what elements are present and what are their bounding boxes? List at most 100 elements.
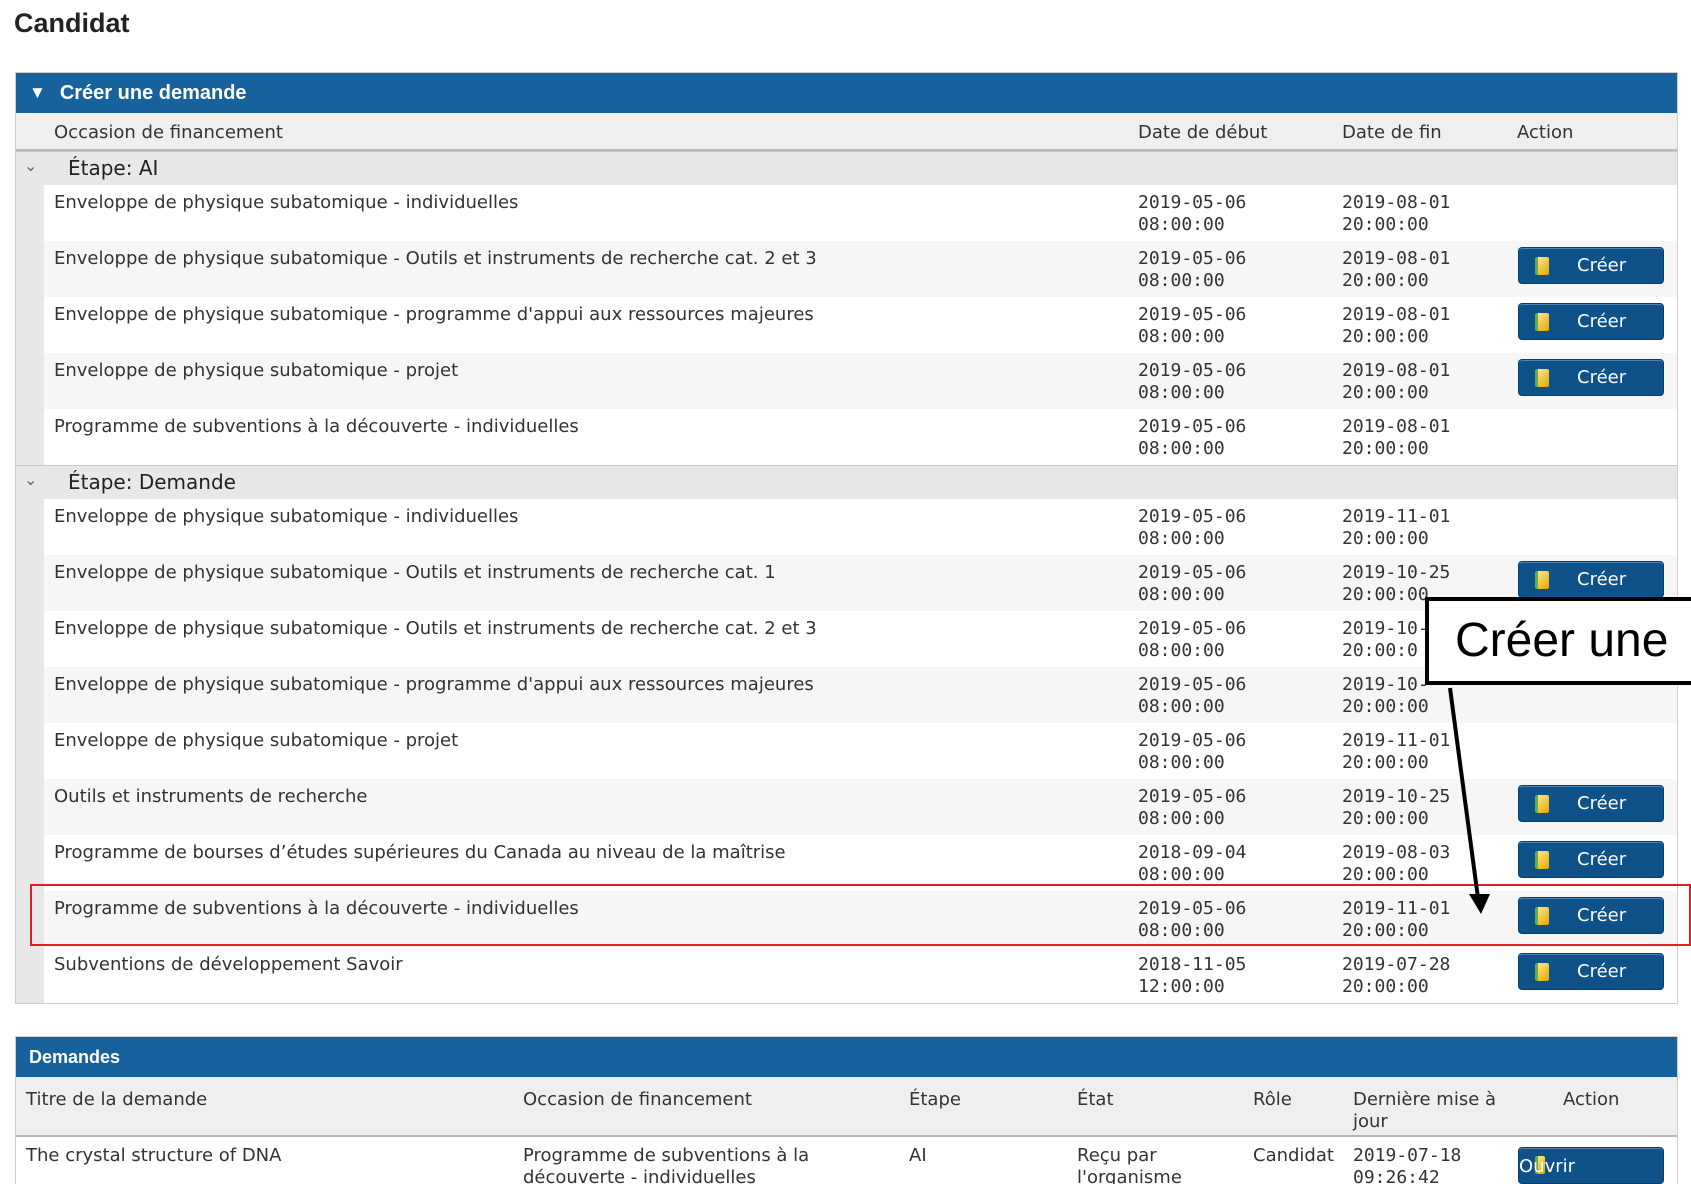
request-title: The crystal structure of DNA [26,1145,282,1166]
end-date: 2019-10-25 [1342,562,1451,583]
end-time: 20:00:00 [1342,438,1429,459]
start-time: 08:00:00 [1138,808,1225,829]
start-date-cell: 2019-05-06 08:00:00 [1138,248,1246,292]
end-date: 2019-10- [1342,674,1429,695]
document-add-icon [1535,850,1549,869]
table-row: Programme de subventions à la découverte… [16,409,1677,465]
create-button[interactable]: Créer [1518,303,1664,340]
start-date-cell: 2019-05-06 08:00:00 [1138,506,1246,550]
end-date-cell: 2019-11-01 20:00:00 [1342,730,1450,774]
callout-box: Créer une [1425,597,1691,685]
stage-group-row[interactable]: ⌄ Étape: AI [16,151,1677,185]
table-row: Programme de bourses d’études supérieure… [16,835,1677,891]
create-button-label: Créer [1577,311,1627,332]
start-time: 08:00:00 [1138,584,1225,605]
start-date-cell: 2019-05-06 08:00:00 [1138,416,1246,460]
row-indent [16,185,44,241]
create-request-header[interactable]: ▼ Créer une demande [16,73,1677,113]
col-request-action: Action [1563,1089,1620,1110]
start-date: 2019-05-06 [1138,248,1247,269]
start-time: 08:00:00 [1138,214,1225,235]
create-button[interactable]: Créer [1518,841,1664,878]
row-indent [16,297,44,353]
chevron-down-icon[interactable]: ⌄ [24,470,37,489]
document-add-icon [1535,368,1549,387]
start-time: 08:00:00 [1138,382,1225,403]
row-indent [16,409,44,465]
end-date: 2019-10-25 [1342,786,1451,807]
end-date-cell: 2019-11-01 20:00:00 [1342,506,1450,550]
start-date-cell: 2018-11-05 12:00:00 [1138,954,1246,998]
document-add-icon [1535,906,1549,925]
start-date: 2019-05-06 [1138,304,1247,325]
end-date: 2019-08-03 [1342,842,1451,863]
col-request-title: Titre de la demande [26,1089,208,1110]
stage-group-row[interactable]: ⌄ Étape: Demande [16,465,1677,499]
create-button[interactable]: Créer [1518,359,1664,396]
create-button[interactable]: Créer [1518,953,1664,990]
end-date: 2019-08-01 [1342,192,1451,213]
callout-text: Créer une [1455,614,1669,667]
end-date: 2019-08-01 [1342,360,1451,381]
start-date: 2019-05-06 [1138,730,1247,751]
start-date-cell: 2019-05-06 08:00:00 [1138,898,1246,942]
start-time: 08:00:00 [1138,920,1225,941]
end-date: 2019-11-01 [1342,730,1451,751]
start-time: 08:00:00 [1138,864,1225,885]
start-date: 2018-09-04 [1138,842,1247,863]
table-row: Enveloppe de physique subatomique - Outi… [16,241,1677,297]
end-date-cell: 2019-10-25 20:00:00 [1342,786,1450,830]
create-button[interactable]: Créer [1518,247,1664,284]
opportunity-name: Enveloppe de physique subatomique - indi… [54,192,519,213]
start-time: 08:00:00 [1138,326,1225,347]
open-button[interactable]: Ouvrir [1518,1147,1664,1184]
end-date: 2019-08-01 [1342,304,1451,325]
row-indent [16,555,44,611]
opportunity-name: Programme de subventions à la découverte… [54,416,579,437]
col-end-date: Date de fin [1342,122,1442,143]
create-button[interactable]: Créer [1518,785,1664,822]
request-role: Candidat [1253,1145,1334,1166]
end-time: 20:00:00 [1342,864,1429,885]
start-date-cell: 2019-05-06 08:00:00 [1138,192,1246,236]
row-indent [16,891,44,947]
opportunity-name: Enveloppe de physique subatomique - Outi… [54,248,817,269]
opportunity-name: Enveloppe de physique subatomique - Outi… [54,618,817,639]
request-opportunity: Programme de subventions à la découverte… [523,1145,810,1184]
stage-group-label: Étape: AI [68,156,159,180]
end-date-cell: 2019-10- 20:00:0 [1342,618,1429,662]
end-date: 2019-11-01 [1342,506,1451,527]
start-date: 2019-05-06 [1138,192,1247,213]
end-date-cell: 2019-11-01 20:00:00 [1342,898,1450,942]
request-stage: AI [909,1145,927,1166]
collapse-triangle-icon[interactable]: ▼ [29,83,46,103]
requests-panel: Demandes Titre de la demande Occasion de… [15,1036,1678,1184]
end-time: 20:00:00 [1342,696,1429,717]
col-role: Rôle [1253,1089,1292,1110]
row-indent [16,835,44,891]
row-indent [16,779,44,835]
start-date: 2018-11-05 [1138,954,1247,975]
end-time: 20:00:00 [1342,528,1429,549]
end-date: 2019-11-01 [1342,898,1451,919]
table-row: Programme de subventions à la découverte… [16,891,1677,947]
table-row: Enveloppe de physique subatomique - proj… [16,723,1677,779]
end-date-cell: 2019-08-01 20:00:00 [1342,304,1450,348]
end-time: 20:00:00 [1342,920,1429,941]
page-title: Candidat [14,8,130,38]
start-date-cell: 2019-05-06 08:00:00 [1138,360,1246,404]
create-grid-header: Occasion de financement Date de début Da… [16,113,1677,151]
document-add-icon [1535,256,1549,275]
create-grid-body: ⌄ Étape: AI Enveloppe de physique subatomi… [16,151,1677,1003]
chevron-down-icon[interactable]: ⌄ [24,156,37,175]
start-date: 2019-05-06 [1138,506,1247,527]
col-last-update: Dernière mise à jour [1353,1089,1497,1132]
start-date-cell: 2019-05-06 08:00:00 [1138,674,1246,718]
row-indent [16,723,44,779]
start-time: 08:00:00 [1138,640,1225,661]
create-button[interactable]: Créer [1518,897,1664,934]
end-date-cell: 2019-08-01 20:00:00 [1342,360,1450,404]
create-button[interactable]: Créer [1518,561,1664,598]
col-request-opportunity: Occasion de financement [523,1089,752,1110]
start-date-cell: 2019-05-06 08:00:00 [1138,304,1246,348]
